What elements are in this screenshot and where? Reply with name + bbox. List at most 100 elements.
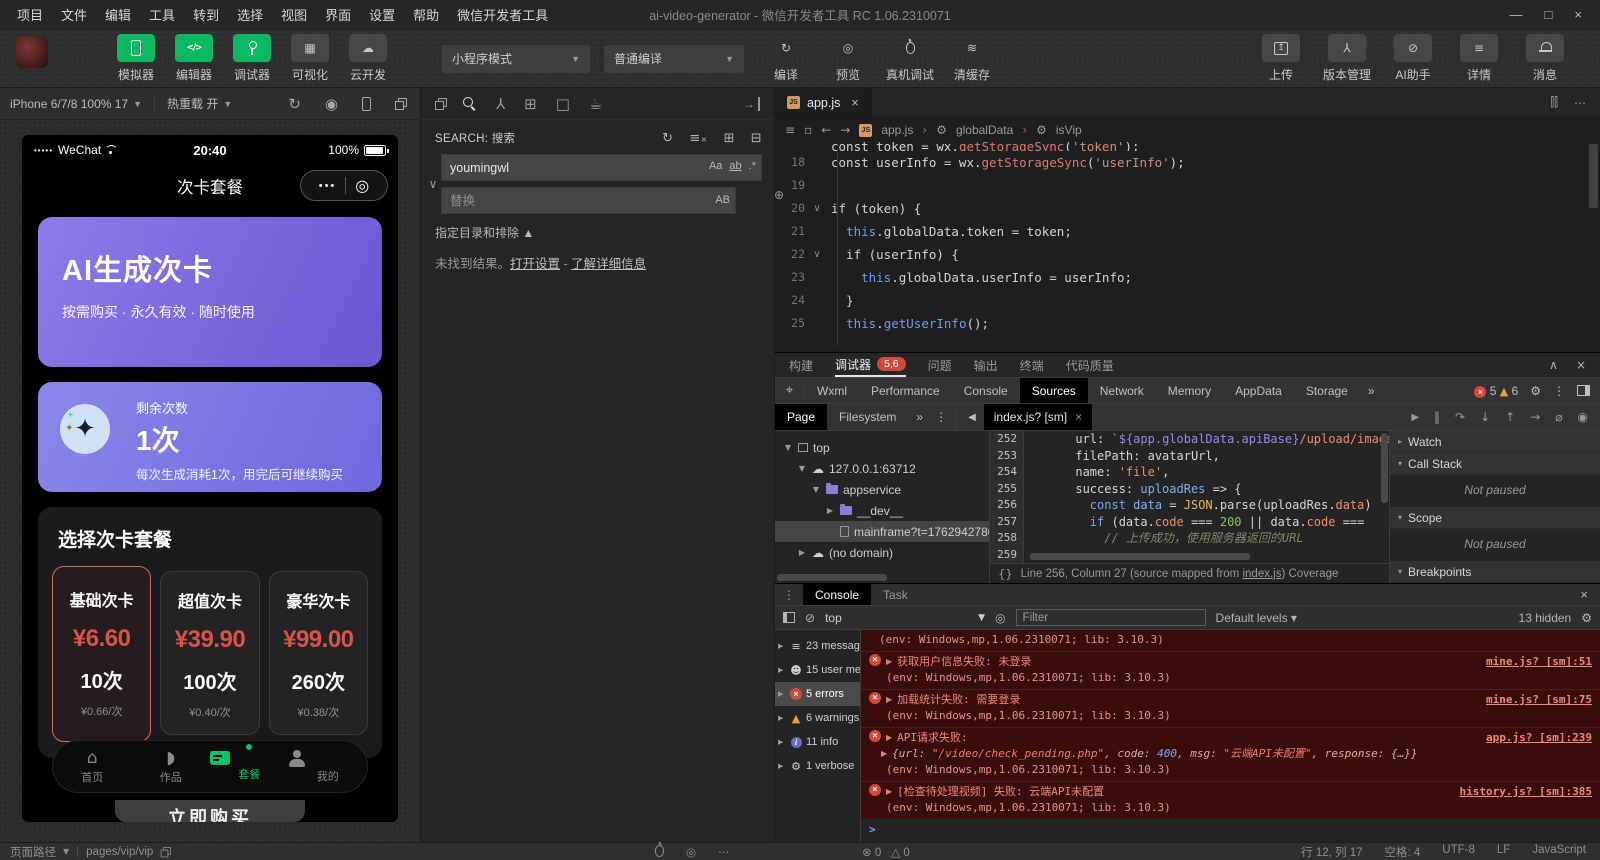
dock-side-icon[interactable] xyxy=(1577,385,1590,396)
source-link[interactable]: mine.js? [sm]:75 xyxy=(1472,692,1592,708)
tree-scrollbar[interactable] xyxy=(777,574,887,581)
source-link[interactable]: history.js? [sm]:385 xyxy=(1446,784,1592,800)
tree-caret-icon[interactable]: ▼ xyxy=(797,464,807,473)
tree-caret-icon[interactable]: ▶ xyxy=(797,548,807,557)
tree-item-appservice[interactable]: ▼appservice xyxy=(775,479,989,500)
more-panels-icon[interactable]: » xyxy=(908,410,931,424)
more-actions-icon[interactable]: ⋯ xyxy=(1574,96,1586,110)
indent-setting[interactable]: 空格: 4 xyxy=(1385,844,1421,860)
toolbar-button-AI助手[interactable]: ⊘AI助手 xyxy=(1386,34,1440,83)
toolbar-button-预览[interactable]: ◎预览 xyxy=(822,34,874,83)
console-sidebar-toggle-icon[interactable] xyxy=(783,612,795,623)
console-group-5 errors[interactable]: ▶×5 errors xyxy=(775,682,860,706)
devtools-tab-AppData[interactable]: AppData xyxy=(1223,378,1294,403)
tree-item-top[interactable]: ▼top xyxy=(775,437,989,458)
expand-caret-icon[interactable]: ▶ xyxy=(886,654,892,670)
package-card-超值次卡[interactable]: 超值次卡¥39.90100次¥0.40/次 xyxy=(160,571,259,735)
regex-icon[interactable]: .* xyxy=(749,160,756,172)
back-icon[interactable]: ← xyxy=(821,123,831,137)
cursor-position[interactable]: 行 12, 列 17 xyxy=(1301,844,1362,860)
tab-app-js[interactable]: JS app.js × xyxy=(775,88,872,117)
panel-tab-输出[interactable]: 输出 xyxy=(974,353,998,377)
drag-handle-icon[interactable]: ⋮ xyxy=(775,588,803,602)
toolbar-button-上传[interactable]: ↥上传 xyxy=(1254,34,1308,83)
toolbar-button-版本管理[interactable]: ⅄版本管理 xyxy=(1320,34,1374,83)
close-button[interactable]: × xyxy=(1574,7,1582,22)
refresh-icon[interactable]: ↻ xyxy=(288,95,301,113)
toolbar-button-云开发[interactable]: ☁云开发 xyxy=(346,34,390,83)
tree-caret-icon[interactable]: ▼ xyxy=(783,443,793,452)
tab-作品[interactable]: ◗作品 xyxy=(132,748,211,785)
section-Breakpoints[interactable]: ▾Breakpoints xyxy=(1390,561,1600,583)
close-panel-icon[interactable]: × xyxy=(1576,358,1586,372)
console-tab-Console[interactable]: Console xyxy=(803,584,871,605)
menu-item[interactable]: 微信开发者工具 xyxy=(448,5,557,24)
devtools-menu-icon[interactable]: ⋮ xyxy=(1553,384,1565,398)
log-levels-select[interactable]: Default levels ▾ xyxy=(1216,611,1297,625)
close-tab-icon[interactable]: × xyxy=(851,96,858,110)
menu-item[interactable]: 文件 xyxy=(52,5,96,24)
files-icon[interactable] xyxy=(435,101,444,110)
source-control-icon[interactable]: ⅄ xyxy=(496,95,505,113)
sources-tab-Filesystem[interactable]: Filesystem xyxy=(827,404,908,430)
preserve-case-icon[interactable]: AB xyxy=(715,194,730,206)
refresh-search-icon[interactable]: ↻ xyxy=(662,131,673,146)
section-Scope[interactable]: ▾Scope xyxy=(1390,507,1600,529)
package-card-基础次卡[interactable]: 基础次卡¥6.6010次¥0.66/次 xyxy=(52,566,151,742)
overflow-icon[interactable]: ⋮ xyxy=(931,410,951,424)
menu-item[interactable]: 转到 xyxy=(184,5,228,24)
eol[interactable]: LF xyxy=(1497,844,1510,860)
menu-item[interactable]: 界面 xyxy=(316,5,360,24)
search-icon[interactable] xyxy=(463,97,477,111)
expand-caret-icon[interactable]: ▶ xyxy=(886,692,892,708)
menu-item[interactable]: 帮助 xyxy=(404,5,448,24)
bug-icon[interactable] xyxy=(655,845,664,857)
panel-tab-构建[interactable]: 构建 xyxy=(789,353,813,377)
phone-view-icon[interactable] xyxy=(362,97,371,111)
clear-console-icon[interactable]: ⊘ xyxy=(805,611,815,625)
more-icon[interactable]: ••• xyxy=(319,180,337,192)
panel-tab-终端[interactable]: 终端 xyxy=(1020,353,1044,377)
source-link[interactable]: app.js? [sm]:239 xyxy=(1472,730,1592,746)
breadcrumb-item[interactable]: app.js xyxy=(881,123,913,137)
tree-item-127.0.0.1:63712[interactable]: ▼☁127.0.0.1:63712 xyxy=(775,458,989,479)
language-mode[interactable]: JavaScript xyxy=(1532,844,1586,860)
expand-caret-icon[interactable]: ▶ xyxy=(881,746,887,762)
stop-icon[interactable]: ◉ xyxy=(325,95,338,113)
eye-icon[interactable]: ◎ xyxy=(995,611,1005,625)
breadcrumb-item[interactable]: isVip xyxy=(1056,123,1082,137)
panel-tab-代码质量[interactable]: 代码质量 xyxy=(1066,353,1114,377)
show-debugger-sidebar-icon[interactable]: ▶ xyxy=(1411,412,1419,423)
tab-首页[interactable]: ⌂首页 xyxy=(53,748,132,785)
hot-reload-toggle[interactable]: 热重载 开 ▼ xyxy=(167,95,232,112)
windows-icon[interactable]: ⊞ xyxy=(524,95,537,113)
split-editor-icon[interactable]: ⫿⫿ xyxy=(1550,95,1558,110)
collapse-all-icon[interactable]: ⊟ xyxy=(751,131,762,146)
toolbar-button-模拟器[interactable]: 模拟器 xyxy=(114,34,158,83)
breadcrumb-item[interactable]: globalData xyxy=(956,123,1013,137)
file-icon[interactable]: □ xyxy=(556,95,570,113)
close-file-icon[interactable]: × xyxy=(1075,410,1082,424)
devtools-tab-Wxml[interactable]: Wxml xyxy=(805,378,859,403)
inspect-icon[interactable]: ⌖ xyxy=(775,383,805,398)
match-case-icon[interactable]: Aa xyxy=(709,160,722,172)
more-icon[interactable]: ⋯ xyxy=(718,845,730,859)
console-prompt[interactable]: > xyxy=(861,819,1600,840)
console-group-6 warnings[interactable]: ▶▲6 warnings xyxy=(775,706,860,730)
teapot-icon[interactable]: ☕ xyxy=(589,95,602,113)
step-icon[interactable]: → xyxy=(1530,410,1540,424)
whole-word-icon[interactable]: ab xyxy=(729,160,741,172)
step-over-icon[interactable]: ↷ xyxy=(1455,410,1465,424)
fold-icon[interactable]: ∨ xyxy=(809,243,825,266)
file-tab-index-js[interactable]: index.js? [sm] × xyxy=(984,404,1092,430)
page-path-label[interactable]: 页面路径 xyxy=(10,844,56,860)
section-Call Stack[interactable]: ▾Call Stack xyxy=(1390,453,1600,475)
step-into-icon[interactable]: ↓ xyxy=(1480,410,1490,424)
fold-icon[interactable]: ∨ xyxy=(809,197,825,220)
pause-on-exceptions-icon[interactable]: ◉ xyxy=(1578,410,1588,424)
maximize-button[interactable]: □ xyxy=(1545,7,1553,22)
console-settings-icon[interactable]: ⚙ xyxy=(1581,611,1592,625)
mode-select[interactable]: 小程序模式 ▼ xyxy=(442,45,590,73)
devtools-tab-Storage[interactable]: Storage xyxy=(1294,378,1360,403)
toolbar-button-真机调试[interactable]: 真机调试 xyxy=(884,34,936,83)
